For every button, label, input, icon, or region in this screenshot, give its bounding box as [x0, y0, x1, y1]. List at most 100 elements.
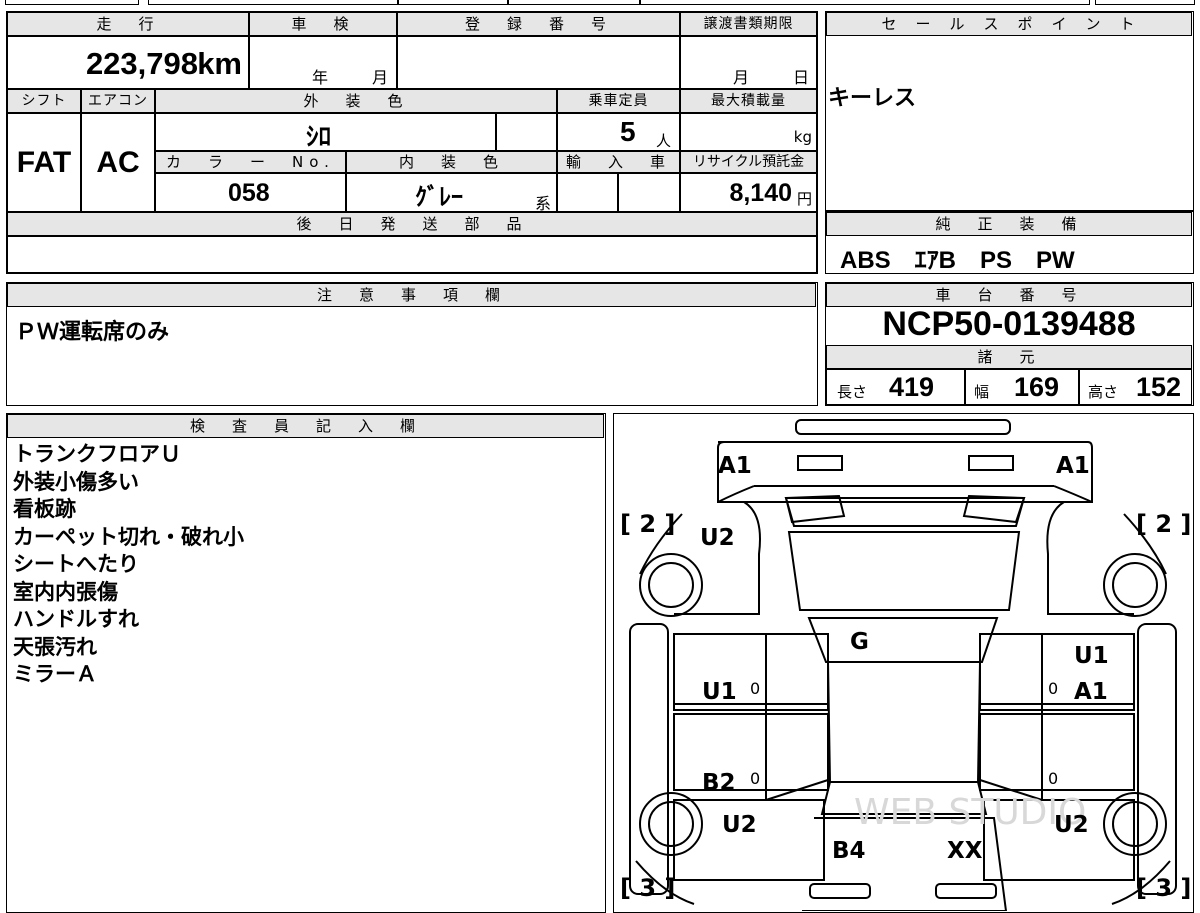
interior-color-header: 内 装 色: [346, 151, 557, 173]
car-diagram: WEB STUDIO [ 2 ] [ 2 ] [ 3 ] [ 3 ] A1 A1…: [620, 419, 1191, 911]
spec-width-label: 幅: [974, 383, 990, 401]
import-header: 輸 入 車: [557, 151, 680, 173]
rear-lamp-right: [968, 455, 1014, 471]
registration-header: 登 録 番 号: [397, 12, 680, 36]
rear-spoiler-right: [962, 494, 1026, 524]
spec-height-cell: 高さ 152: [1079, 369, 1192, 405]
small-zero: 0: [1048, 769, 1058, 788]
spec-length-value: 419: [889, 372, 935, 402]
note-line: 看板跡: [13, 497, 76, 521]
ac-header: エアコン: [81, 89, 155, 113]
exterior-color-cell: ｼﾛ: [155, 113, 496, 151]
sales-point-box: セ ー ル ス ポ イ ン ト キーレス: [825, 11, 1194, 211]
watermark: WEB STUDIO: [854, 792, 1086, 833]
front-bumper-shape-2: [935, 883, 997, 899]
max-load-unit: kg: [793, 128, 812, 146]
color-no-value: 058: [228, 179, 270, 207]
spec-length-cell: 長さ 419: [826, 369, 965, 405]
spec-length-label: 長さ: [837, 383, 868, 401]
import-cell-b: [618, 173, 680, 212]
mark-left-front-door: B2: [702, 770, 736, 796]
note-line: トランクフロアＵ: [13, 442, 181, 466]
spec-height-value: 152: [1136, 372, 1182, 402]
caution-box: 注 意 事 項 欄 ＰＷ運転席のみ: [6, 282, 818, 406]
genuine-equipment-header: 純 正 装 備: [826, 212, 1192, 236]
ac-value: AC: [96, 146, 140, 179]
exterior-color-header: 外 装 色: [155, 89, 557, 113]
inspector-notes-header: 検 査 員 記 入 欄: [7, 414, 604, 438]
capacity-header: 乗車定員: [557, 89, 680, 113]
tire-left-top: [ 2 ]: [620, 510, 675, 538]
note-line: 天張汚れ: [13, 634, 97, 659]
transfer-cell: 月 日: [680, 36, 817, 89]
inspection-cell: 年 月: [249, 36, 397, 89]
inspector-notes-box: 検 査 員 記 入 欄 トランクフロアＵ 外装小傷多い 看板跡 カーペット切れ・…: [6, 413, 606, 913]
note-line: 外装小傷多い: [13, 469, 139, 494]
cabin-shape: [826, 661, 982, 783]
sales-point-value: キーレス: [828, 86, 917, 111]
registration-cell: [397, 36, 680, 89]
trunk-lid-shape: [787, 531, 1021, 611]
specs-header: 諸 元: [826, 345, 1192, 369]
left-quarter-panel: [673, 633, 829, 711]
car-diagram-box: WEB STUDIO [ 2 ] [ 2 ] [ 3 ] [ 3 ] A1 A1…: [613, 413, 1194, 913]
front-bumper-shape: [809, 883, 871, 899]
mileage-header: 走 行: [7, 12, 249, 36]
mileage-value: 223,798: [85, 46, 198, 81]
chassis-header: 車 台 番 号: [826, 283, 1192, 307]
inspection-month-label: 月: [372, 68, 389, 87]
exterior-color-extra-cell: [496, 113, 557, 151]
mileage-unit: km: [197, 46, 242, 81]
spec-height-label: 高さ: [1088, 383, 1119, 401]
small-zero: 0: [1048, 679, 1058, 698]
tire-left-bottom: [ 3 ]: [620, 874, 675, 902]
spec-width-value: 169: [1014, 372, 1060, 402]
mark-hood-left: B4: [832, 838, 866, 864]
mark-right-rear-door-2: A1: [1074, 679, 1108, 705]
mark-rear-right: A1: [1056, 453, 1090, 479]
wheel-rear-left-inner: [648, 562, 694, 608]
caution-header: 注 意 事 項 欄: [7, 283, 816, 307]
top-clipped-strip: [5, 0, 1195, 6]
inspection-year-label: 年: [312, 68, 329, 87]
inspector-notes-list: トランクフロアＵ 外装小傷多い 看板跡 カーペット切れ・破れ小 シートへたり 室…: [13, 441, 244, 689]
transfer-day-label: 日: [793, 68, 810, 87]
parts-header: 後 日 発 送 部 品: [7, 212, 817, 236]
mark-left-front-fender: U2: [722, 812, 757, 838]
note-line: シートへたり: [13, 552, 139, 576]
caution-value: ＰＷ運転席のみ: [15, 320, 170, 345]
transfer-deadline-header: 譲渡書類期限: [680, 12, 817, 36]
mark-right-rear-door-1: U1: [1074, 643, 1109, 669]
recycle-cell: 8,140 円: [680, 173, 817, 212]
right-quarter-panel: [979, 633, 1135, 711]
interior-color-suffix: 系: [535, 194, 552, 213]
mark-right-front-fender: U2: [1054, 812, 1089, 838]
interior-color-value: ｸﾞﾚｰ: [415, 184, 463, 211]
shift-value: FAT: [16, 146, 72, 179]
recycle-header: リサイクル預託金: [680, 151, 817, 173]
max-load-cell: kg: [680, 113, 817, 151]
recycle-value: 8,140: [729, 179, 792, 207]
ac-cell: AC: [81, 113, 155, 212]
mark-left-rear-door: U1: [702, 679, 737, 705]
roof-shape: [807, 617, 999, 663]
transfer-month-label: 月: [733, 68, 750, 87]
tire-right-top: [ 2 ]: [1136, 510, 1191, 538]
wheel-front-left-inner: [648, 801, 694, 847]
import-cell-a: [557, 173, 618, 212]
note-line: 室内内張傷: [13, 579, 118, 604]
mark-left-quarter: U2: [700, 525, 735, 551]
chassis-value: NCP50-0139488: [882, 305, 1136, 343]
sales-point-header: セ ー ル ス ポ イ ン ト: [826, 12, 1192, 36]
note-line: ハンドルすれ: [13, 607, 139, 631]
rear-panel-shape: [717, 441, 1093, 503]
small-zero: 0: [750, 769, 760, 788]
chassis-box: 車 台 番 号 NCP50-0139488 諸 元 長さ 419 幅 169 高…: [825, 282, 1194, 406]
spec-width-cell: 幅 169: [965, 369, 1079, 405]
parts-cell: [7, 236, 817, 273]
rear-spoiler-left: [784, 494, 846, 524]
mark-roof: G: [850, 629, 869, 655]
body-outline-shape: [674, 501, 1134, 615]
mark-rear-left: A1: [718, 453, 752, 479]
vehicle-info-grid: 走 行 車 検 登 録 番 号 譲渡書類期限 223,798 km 年 月 月 …: [6, 11, 818, 274]
